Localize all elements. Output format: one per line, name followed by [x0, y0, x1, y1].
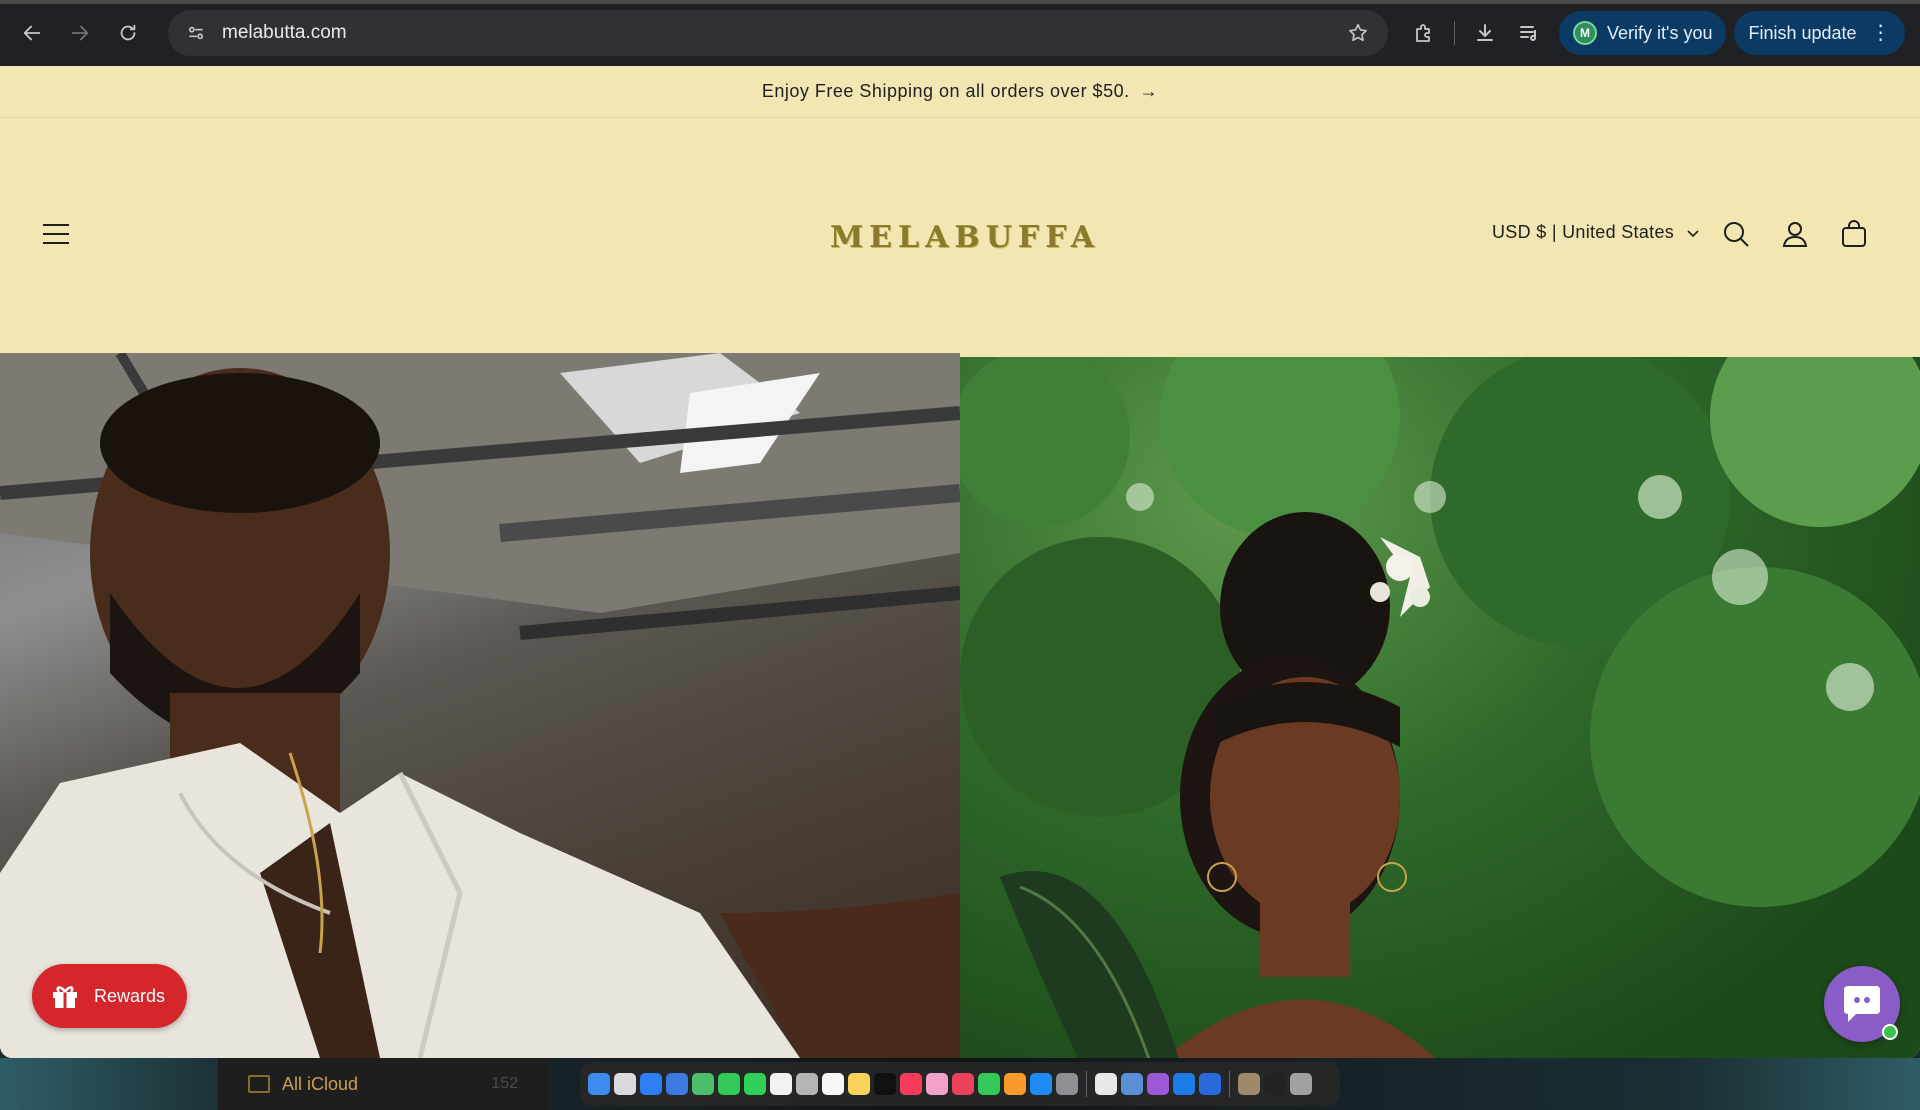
chat-bubble-icon — [1844, 986, 1880, 1022]
media-control-button[interactable] — [1507, 11, 1551, 55]
mail-app-icon[interactable] — [666, 1073, 688, 1095]
finder-count: 152 — [491, 1075, 518, 1092]
folder-icon — [248, 1075, 270, 1093]
verify-label: Verify it's you — [1607, 22, 1713, 43]
music-app-icon[interactable] — [900, 1073, 922, 1095]
address-bar[interactable]: melabutta.com — [168, 10, 1388, 56]
podcasts-app-icon[interactable] — [1147, 1073, 1169, 1095]
rewards-label: Rewards — [94, 985, 166, 1006]
reload-icon — [120, 24, 136, 41]
reload-button[interactable] — [106, 11, 150, 55]
app-store-icon[interactable] — [1030, 1073, 1052, 1095]
arrow-right-icon: → — [1139, 81, 1159, 101]
finish-update-button[interactable]: Finish update ⋮ — [1734, 11, 1905, 55]
toolbar-divider — [1454, 21, 1455, 45]
rewards-button[interactable]: Rewards — [32, 964, 188, 1028]
forward-button[interactable] — [58, 11, 102, 55]
announcement-bar[interactable]: Enjoy Free Shipping on all orders over $… — [0, 66, 1920, 118]
maps-app-icon[interactable] — [692, 1073, 714, 1095]
url-text[interactable]: melabutta.com — [222, 22, 1344, 44]
media-control-icon — [1520, 26, 1536, 41]
macos-dock — [580, 1062, 1340, 1106]
hero-image-right[interactable] — [960, 357, 1920, 1058]
search-icon[interactable] — [1718, 216, 1754, 252]
reminders-app-icon[interactable] — [822, 1073, 844, 1095]
chrome-app-icon[interactable] — [1095, 1073, 1117, 1095]
back-icon — [23, 25, 41, 41]
trash-icon[interactable] — [1290, 1073, 1312, 1095]
finder-label: All iCloud — [282, 1073, 359, 1094]
downloads-button[interactable] — [1463, 11, 1507, 55]
hero-image-left[interactable] — [0, 353, 960, 1058]
cart-icon[interactable] — [1836, 216, 1872, 252]
update-label: Finish update — [1748, 22, 1857, 43]
extensions-button[interactable] — [1402, 11, 1446, 55]
forward-icon — [71, 25, 89, 41]
pages-app-icon[interactable] — [1004, 1073, 1026, 1095]
screenshot-stack-icon[interactable] — [1264, 1073, 1286, 1095]
announcement-text: Enjoy Free Shipping on all orders over $… — [761, 81, 1130, 101]
zoom-app-icon[interactable] — [1199, 1073, 1221, 1095]
currency-label: USD $ | United States — [1492, 222, 1675, 242]
browser-window: melabutta.com M Verify it's you Finish u… — [0, 0, 1920, 1058]
hamburger-menu-icon[interactable] — [40, 218, 72, 250]
safari-app-icon[interactable] — [640, 1073, 662, 1095]
currency-selector[interactable]: USD $ | United States — [1492, 222, 1700, 243]
back-button[interactable] — [10, 11, 54, 55]
chevron-down-icon — [1687, 229, 1699, 237]
launchpad-app-icon[interactable] — [614, 1073, 636, 1095]
account-icon[interactable] — [1777, 216, 1813, 252]
photos-app-icon[interactable] — [926, 1073, 948, 1095]
dock-divider — [1086, 1071, 1087, 1097]
woman-in-greenery-photo — [960, 357, 1920, 1058]
hero-banner — [0, 353, 1920, 1058]
download-icon — [1477, 24, 1493, 41]
finder-app-icon[interactable] — [588, 1073, 610, 1095]
site-header: MELABUFFA USD $ | United States — [0, 118, 1920, 353]
tab-strip-edge — [0, 0, 1920, 4]
verify-identity-button[interactable]: M Verify it's you — [1559, 11, 1727, 55]
man-in-white-shirt-photo — [0, 353, 960, 1058]
numbers-app-icon[interactable] — [978, 1073, 1000, 1095]
system-settings-icon[interactable] — [1056, 1073, 1078, 1095]
browser-app-icon[interactable] — [1173, 1073, 1195, 1095]
extensions-icon — [1416, 24, 1430, 42]
facetime-app-icon[interactable] — [718, 1073, 740, 1095]
browser-toolbar: melabutta.com M Verify it's you Finish u… — [0, 0, 1920, 66]
tv-app-icon[interactable] — [874, 1073, 896, 1095]
news-app-icon[interactable] — [952, 1073, 974, 1095]
preview-app-icon[interactable] — [1121, 1073, 1143, 1095]
kebab-menu-icon[interactable]: ⋮ — [1871, 23, 1891, 43]
contacts-app-icon[interactable] — [796, 1073, 818, 1095]
gift-icon — [53, 986, 77, 1008]
notes-app-icon[interactable] — [848, 1073, 870, 1095]
online-status-indicator — [1882, 1024, 1898, 1040]
bookmark-star-icon[interactable] — [1344, 19, 1372, 47]
calendar-app-icon[interactable] — [770, 1073, 792, 1095]
chat-widget-button[interactable] — [1824, 966, 1900, 1042]
messages-app-icon[interactable] — [744, 1073, 766, 1095]
site-logo[interactable]: MELABUFFA — [830, 212, 1094, 262]
site-info-icon[interactable] — [184, 21, 208, 45]
downloads-stack-icon[interactable] — [1238, 1073, 1260, 1095]
profile-avatar: M — [1573, 21, 1597, 45]
dock-divider — [1229, 1071, 1230, 1097]
finder-sidebar-peek[interactable]: All iCloud 152 — [218, 1058, 548, 1110]
